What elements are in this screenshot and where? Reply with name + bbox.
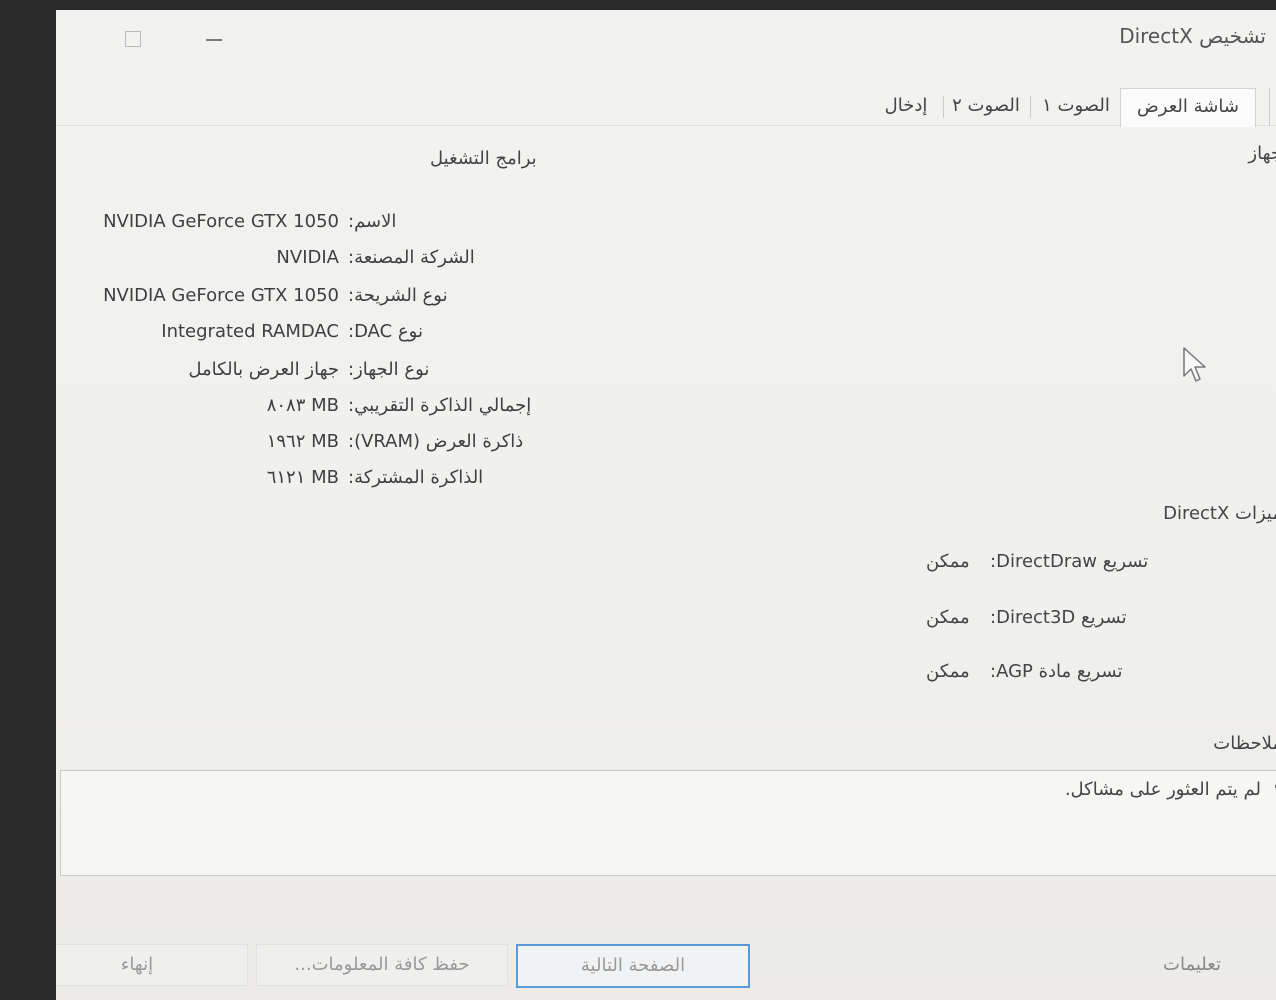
bullet-icon: •	[1272, 777, 1276, 798]
tab-system-partial[interactable]	[1269, 88, 1276, 126]
drivers-section-heading: برامج التشغيل	[430, 148, 537, 169]
tab-sound-2[interactable]: الصوت ٢	[946, 88, 1026, 126]
info-row-name: الاسم: NVIDIA GeForce GTX 1050	[76, 211, 596, 237]
mouse-pointer-icon	[1183, 347, 1206, 382]
minimize-button[interactable]	[206, 28, 226, 48]
tab-separator	[1030, 96, 1031, 118]
info-row-device-type: نوع الجهاز: جهاز العرض بالكامل	[76, 359, 596, 385]
info-value: ٦١٢١ MB	[266, 467, 339, 488]
minimize-icon	[206, 39, 222, 41]
tab-input[interactable]: إدخال	[871, 88, 941, 126]
info-value: NVIDIA	[276, 247, 339, 268]
info-row-dac-type: نوع DAC: Integrated RAMDAC	[76, 321, 596, 347]
info-row-shared-memory: الذاكرة المشتركة: ٦١٢١ MB	[76, 467, 596, 493]
feature-value: ممكن	[926, 607, 970, 628]
info-value: ٨٠٨٣ MB	[266, 395, 339, 416]
device-section-heading: جهاز	[1248, 143, 1276, 164]
maximize-icon	[125, 31, 141, 47]
info-label: نوع الشريحة:	[348, 285, 448, 306]
info-value: جهاز العرض بالكامل	[188, 359, 339, 380]
info-label: الاسم:	[348, 211, 397, 232]
feature-row-directdraw: تسريع DirectDraw: ممكن	[926, 551, 1186, 577]
notes-heading: ملاحظات	[1213, 733, 1276, 754]
tab-separator	[943, 96, 944, 118]
info-value: NVIDIA GeForce GTX 1050	[103, 285, 339, 306]
feature-value: ممكن	[926, 551, 970, 572]
note-item: لم يتم العثور على مشاكل.	[1064, 779, 1261, 800]
info-label: نوع DAC:	[348, 321, 423, 342]
feature-value: ممكن	[926, 661, 970, 682]
title-bar: تشخيص DirectX	[56, 10, 1276, 70]
info-row-vram: ذاكرة العرض (VRAM): ١٩٦٢ MB	[76, 431, 596, 457]
notes-box[interactable]: • لم يتم العثور على مشاكل.	[60, 770, 1276, 876]
feature-label: تسريع مادة AGP:	[990, 661, 1123, 682]
info-label: إجمالي الذاكرة التقريبي:	[348, 395, 532, 416]
info-label: ذاكرة العرض (VRAM):	[348, 431, 524, 452]
help-button[interactable]: تعليمات	[1116, 944, 1268, 986]
maximize-button[interactable]	[122, 28, 142, 48]
save-all-information-button[interactable]: حفظ كافة المعلومات...	[256, 944, 508, 986]
info-value: ١٩٦٢ MB	[266, 431, 339, 452]
info-row-chip-type: نوع الشريحة: NVIDIA GeForce GTX 1050	[76, 285, 596, 311]
feature-label: تسريع DirectDraw:	[990, 551, 1149, 572]
tab-sound-1[interactable]: الصوت ١	[1036, 88, 1116, 126]
feature-row-direct3d: تسريع Direct3D: ممكن	[926, 607, 1186, 633]
info-label: الشركة المصنعة:	[348, 247, 475, 268]
info-row-total-memory: إجمالي الذاكرة التقريبي: ٨٠٨٣ MB	[76, 395, 596, 421]
info-value: Integrated RAMDAC	[161, 321, 339, 342]
info-value: NVIDIA GeForce GTX 1050	[103, 211, 339, 232]
directx-diagnostic-window: تشخيص DirectX شاشة العرض الصوت ١ الصوت ٢…	[56, 10, 1276, 1000]
tab-display[interactable]: شاشة العرض	[1120, 88, 1256, 127]
info-label: نوع الجهاز:	[348, 359, 430, 380]
exit-button[interactable]: إنهاء	[56, 944, 248, 986]
feature-label: تسريع Direct3D:	[990, 607, 1127, 628]
tab-bar: شاشة العرض الصوت ١ الصوت ٢ إدخال	[56, 88, 1276, 128]
window-title: تشخيص DirectX	[1119, 24, 1266, 48]
directx-features-heading: ميزات DirectX	[1163, 503, 1276, 524]
next-page-button[interactable]: الصفحة التالية	[516, 944, 750, 988]
info-label: الذاكرة المشتركة:	[348, 467, 484, 488]
feature-row-agp: تسريع مادة AGP: ممكن	[926, 661, 1186, 687]
info-row-manufacturer: الشركة المصنعة: NVIDIA	[76, 247, 596, 273]
